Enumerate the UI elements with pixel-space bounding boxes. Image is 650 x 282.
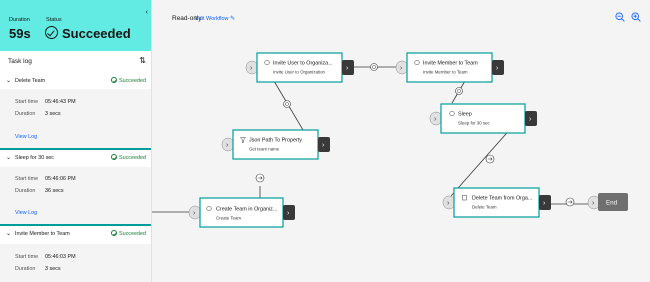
- node-subtitle: Create Team: [216, 216, 241, 221]
- view-log-link[interactable]: View Log: [15, 210, 37, 216]
- task-item: ⌄ Delete Team Succeeded Start time 05:46…: [0, 73, 151, 148]
- node-title: Sleep: [458, 112, 472, 118]
- task-details: Start time 05:46:06 PM Duration 36 secs …: [0, 167, 151, 224]
- task-status: Succeeded: [111, 77, 146, 84]
- pencil-icon: ✎: [230, 16, 236, 22]
- zoom-out-icon[interactable]: [615, 12, 625, 22]
- duration-value: 3 secs: [45, 111, 61, 117]
- run-summary: ‹ Duration 59s Status Succeeded: [0, 0, 151, 51]
- success-check-icon: [111, 230, 118, 236]
- node-invite-member[interactable]: › › Invite Member to Team Invite Member …: [395, 52, 504, 83]
- duration-value: 36 secs: [45, 188, 64, 194]
- node-end[interactable]: › End: [587, 193, 628, 211]
- sort-icon[interactable]: ⇅: [139, 56, 146, 65]
- edge-line: [450, 125, 514, 197]
- start-time-label: Start time: [15, 99, 39, 105]
- task-item: ⌄ Sleep for 30 sec Succeeded Start time …: [0, 150, 151, 224]
- start-time-label: Start time: [15, 254, 39, 260]
- start-time-label: Start time: [15, 176, 39, 182]
- task-log-title: Task log: [8, 58, 32, 65]
- edge-line: [273, 80, 307, 136]
- start-time-value: 05:46:43 PM: [45, 99, 76, 105]
- node-title: Create Team in Organiz...: [216, 207, 277, 213]
- success-check-icon: [111, 77, 118, 83]
- node-subtitle: Sleep for 30 sec: [458, 121, 491, 126]
- task-details: Start time 05:46:43 PM Duration 3 secs V…: [0, 89, 151, 148]
- duration-value: 3 secs: [45, 266, 61, 272]
- chevron-down-icon[interactable]: ⌄: [6, 230, 11, 237]
- task-status: Succeeded: [111, 154, 146, 161]
- node-title: Invite User to Organiza...: [273, 61, 333, 67]
- zoom-in-icon[interactable]: [631, 12, 641, 22]
- node-title: Delete Team from Orga...: [472, 196, 532, 202]
- task-name: Sleep for 30 sec: [15, 155, 54, 161]
- collapse-panel-icon[interactable]: ‹: [146, 9, 148, 16]
- duration-label: Duration: [15, 111, 36, 117]
- node-subtitle: Invite Member to Team: [423, 70, 468, 75]
- node-invite-user[interactable]: › › Invite User to Organiza... Invite Us…: [245, 52, 354, 83]
- node-title: Invite Member to Team: [423, 61, 478, 67]
- canvas-toolbar: Read-only Edit Workflow ✎: [152, 0, 650, 36]
- add-step-icon: [283, 100, 291, 108]
- status-label: Status: [46, 17, 62, 23]
- node-subtitle: Delete Team: [472, 205, 497, 210]
- task-header[interactable]: ⌄ Delete Team Succeeded: [0, 73, 151, 89]
- task-item: ⌄ Invite Member to Team Succeeded Start …: [0, 226, 151, 282]
- node-subtitle: Invite User to Organization: [273, 70, 326, 75]
- add-step-icon: [455, 87, 463, 95]
- duration-label: Duration: [15, 188, 36, 194]
- success-check-icon: [111, 154, 118, 160]
- task-name: Invite Member to Team: [15, 231, 70, 237]
- duration-value: 59s: [9, 26, 31, 41]
- node-create-team[interactable]: › › Create Team in Organiz... Create Tea…: [188, 197, 295, 228]
- start-time-value: 05:46:06 PM: [45, 176, 76, 182]
- status-value: Succeeded: [62, 26, 131, 41]
- start-time-value: 05:46:03 PM: [45, 254, 76, 260]
- edit-workflow-link[interactable]: Edit Workflow ✎: [195, 15, 235, 22]
- workflow-canvas[interactable]: › › Invite User to Organiza... Invite Us…: [152, 36, 650, 282]
- end-label: End: [606, 200, 618, 207]
- task-header[interactable]: ⌄ Invite Member to Team Succeeded: [0, 226, 151, 242]
- task-status: Succeeded: [111, 230, 146, 237]
- node-title: Json Path To Property: [249, 138, 302, 144]
- node-sleep[interactable]: › › Sleep Sleep for 30 sec: [429, 103, 537, 134]
- add-step-icon: [370, 63, 378, 71]
- node-subtitle: Get team name: [249, 147, 280, 152]
- node-delete-team[interactable]: › › Delete Team from Orga... Delete Team: [442, 187, 551, 218]
- chevron-down-icon[interactable]: ⌄: [6, 77, 11, 84]
- node-json-path[interactable]: › › Json Path To Property Get team name: [221, 129, 330, 160]
- duration-label: Duration: [9, 17, 30, 23]
- chevron-down-icon[interactable]: ⌄: [6, 154, 11, 161]
- task-header[interactable]: ⌄ Sleep for 30 sec Succeeded: [0, 150, 151, 166]
- success-check-icon: [45, 26, 58, 39]
- duration-label: Duration: [15, 266, 36, 272]
- workflow-graph: › › Invite User to Organiza... Invite Us…: [152, 52, 628, 228]
- run-panel: ‹ Duration 59s Status Succeeded Task log…: [0, 0, 152, 282]
- task-log-header: Task log ⇅: [0, 51, 151, 73]
- task-name: Delete Team: [15, 78, 46, 84]
- task-details: Start time 05:46:03 PM Duration 3 secs: [0, 244, 151, 282]
- view-log-link[interactable]: View Log: [15, 134, 37, 140]
